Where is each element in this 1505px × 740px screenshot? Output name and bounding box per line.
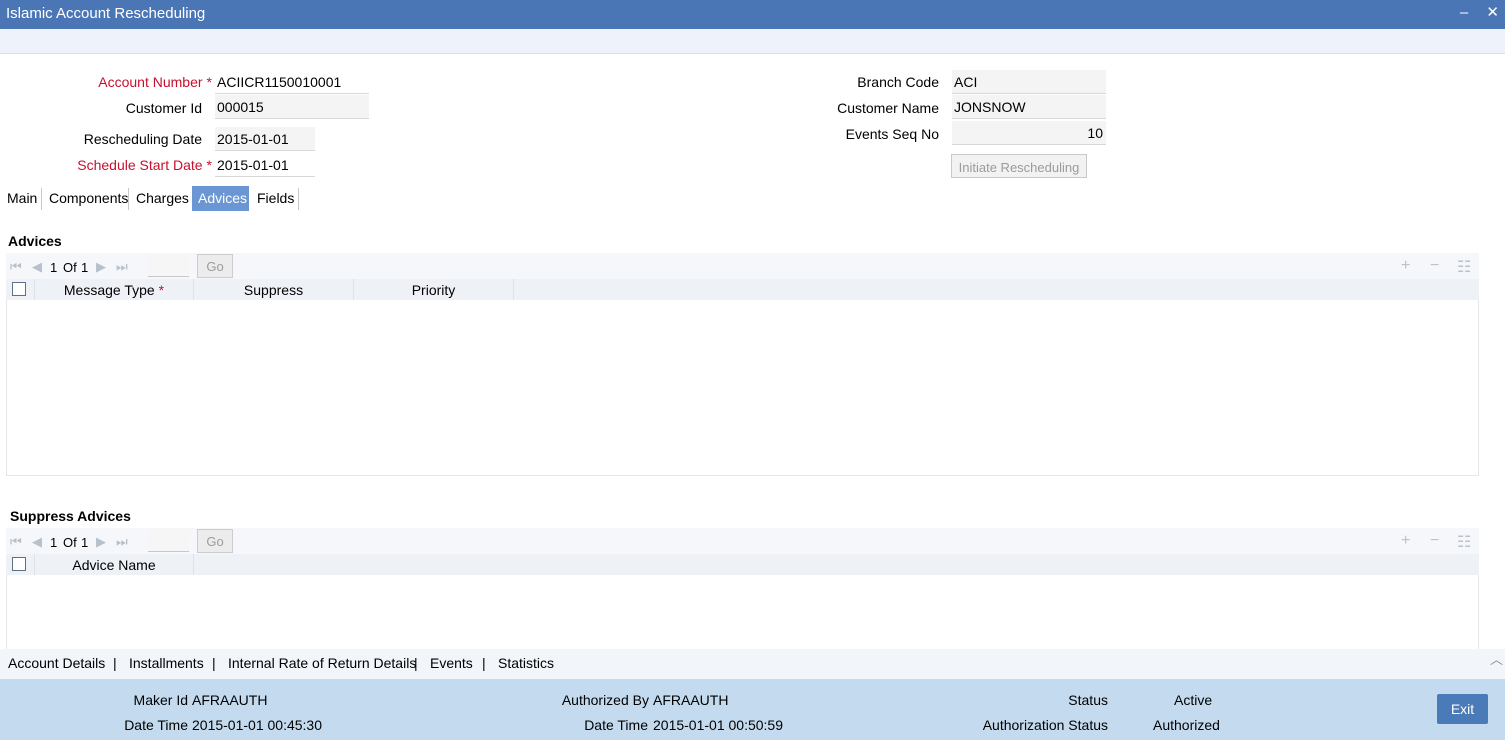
tab-divider: [298, 188, 299, 210]
maker-id-value: AFRAAUTH: [192, 692, 268, 708]
suppress-advices-pager: ⏮ ◀ 1 Of 1 ▶ ⏭ Go + − ☷: [6, 528, 1479, 556]
link-installments[interactable]: Installments: [129, 655, 204, 671]
select-all-checkbox[interactable]: [12, 282, 26, 296]
customer-name-field[interactable]: JONSNOW: [952, 95, 1106, 119]
maker-datetime-value: 2015-01-01 00:45:30: [192, 717, 322, 733]
first-page-icon[interactable]: ⏮: [10, 259, 22, 275]
required-marker: *: [206, 74, 212, 90]
total-pages: 1: [81, 535, 89, 550]
exit-button[interactable]: Exit: [1437, 694, 1488, 724]
delete-row-icon[interactable]: −: [1430, 532, 1439, 550]
authorized-by-value: AFRAAUTH: [653, 692, 729, 708]
customer-name-label: Customer Name: [837, 100, 939, 116]
auth-datetime-value: 2015-01-01 00:50:59: [653, 717, 783, 733]
branch-code-label: Branch Code: [857, 74, 939, 90]
go-button[interactable]: Go: [197, 254, 233, 278]
single-view-icon[interactable]: ☷: [1457, 257, 1471, 277]
link-separator: |: [414, 655, 418, 671]
required-marker: *: [206, 157, 212, 173]
advices-pager: ⏮ ◀ 1 Of 1 ▶ ⏭ Go + − ☷: [6, 253, 1479, 281]
tab-components[interactable]: Components: [49, 186, 128, 211]
previous-page-icon[interactable]: ◀: [32, 534, 42, 550]
of-label: Of: [63, 535, 77, 550]
minimize-icon[interactable]: –: [1460, 4, 1468, 21]
tab-charges[interactable]: Charges: [136, 186, 189, 211]
column-message-type[interactable]: Message Type *: [34, 279, 194, 300]
suppress-advices-section-title: Suppress Advices: [10, 508, 131, 524]
page-number-input[interactable]: [148, 530, 189, 552]
link-separator: |: [482, 655, 486, 671]
status-label: Status: [1068, 692, 1108, 708]
window-titlebar: Islamic Account Rescheduling – ✕: [0, 0, 1505, 29]
customer-id-field[interactable]: 000015: [215, 95, 369, 119]
previous-page-icon[interactable]: ◀: [32, 259, 42, 275]
last-page-icon[interactable]: ⏭: [116, 259, 128, 275]
current-page: 1: [50, 260, 58, 275]
first-page-icon[interactable]: ⏮: [10, 534, 22, 550]
window-title: Islamic Account Rescheduling: [6, 5, 206, 22]
initiate-rescheduling-button[interactable]: Initiate Rescheduling: [951, 154, 1087, 178]
tab-main[interactable]: Main: [7, 186, 37, 211]
collapse-icon[interactable]: ︿: [1490, 649, 1503, 668]
next-page-icon[interactable]: ▶: [96, 534, 106, 550]
auth-datetime-label: Date Time: [584, 717, 648, 733]
bottom-link-bar: Account Details | Installments | Interna…: [0, 649, 1505, 679]
events-seq-no-label: Events Seq No: [845, 126, 939, 142]
single-view-icon[interactable]: ☷: [1457, 532, 1471, 552]
authorization-status-label: Authorization Status: [982, 717, 1108, 733]
delete-row-icon[interactable]: −: [1430, 257, 1439, 275]
suppress-advices-grid-header: Advice Name: [6, 554, 1479, 575]
current-page: 1: [50, 535, 58, 550]
maker-id-label: Maker Id: [133, 692, 188, 708]
tab-divider: [41, 188, 42, 210]
suppress-advices-grid-body: [6, 575, 1479, 649]
authorization-status-value: Authorized: [1153, 717, 1220, 733]
column-priority[interactable]: Priority: [354, 279, 514, 300]
column-advice-name[interactable]: Advice Name: [34, 554, 194, 575]
window-controls: – ✕: [1446, 3, 1499, 21]
advices-grid-body: [6, 300, 1479, 476]
schedule-start-date-label: Schedule Start Date *: [77, 157, 212, 173]
of-label: Of: [63, 260, 77, 275]
page-number-input[interactable]: [148, 255, 189, 277]
link-account-details[interactable]: Account Details: [8, 655, 105, 671]
authorized-by-label: Authorized By: [561, 692, 649, 708]
advices-section-title: Advices: [8, 233, 62, 249]
select-all-checkbox[interactable]: [12, 557, 26, 571]
tab-divider: [128, 188, 129, 210]
total-pages: 1: [81, 260, 89, 275]
account-number-field[interactable]: ACIICR1150010001: [215, 70, 369, 94]
last-page-icon[interactable]: ⏭: [116, 534, 128, 550]
link-internal-rate-of-return-details[interactable]: Internal Rate of Return Details: [228, 655, 416, 671]
events-seq-no-field[interactable]: 10: [952, 121, 1106, 145]
tab-advices[interactable]: Advices: [192, 186, 249, 211]
close-icon[interactable]: ✕: [1486, 4, 1499, 21]
column-suppress[interactable]: Suppress: [194, 279, 354, 300]
link-separator: |: [113, 655, 117, 671]
customer-id-label: Customer Id: [125, 100, 202, 116]
next-page-icon[interactable]: ▶: [96, 259, 106, 275]
maker-datetime-label: Date Time: [124, 717, 188, 733]
status-value: Active: [1174, 692, 1213, 708]
link-events[interactable]: Events: [430, 655, 473, 671]
go-button[interactable]: Go: [197, 529, 233, 553]
rescheduling-date-field[interactable]: 2015-01-01: [215, 127, 315, 151]
add-row-icon[interactable]: +: [1401, 532, 1410, 550]
account-number-label: Account Number *: [98, 74, 212, 90]
toolbar-strip: [0, 29, 1505, 54]
required-marker: *: [158, 282, 165, 298]
schedule-start-date-field[interactable]: 2015-01-01: [215, 153, 315, 177]
rescheduling-date-label: Rescheduling Date: [83, 131, 202, 147]
tab-fields[interactable]: Fields: [257, 186, 294, 211]
add-row-icon[interactable]: +: [1401, 257, 1410, 275]
audit-footer: Maker Id AFRAAUTH Date Time 2015-01-01 0…: [0, 679, 1505, 740]
link-separator: |: [212, 655, 216, 671]
advices-grid-header: Message Type * Suppress Priority: [6, 279, 1479, 300]
link-statistics[interactable]: Statistics: [498, 655, 554, 671]
branch-code-field[interactable]: ACI: [952, 70, 1106, 94]
